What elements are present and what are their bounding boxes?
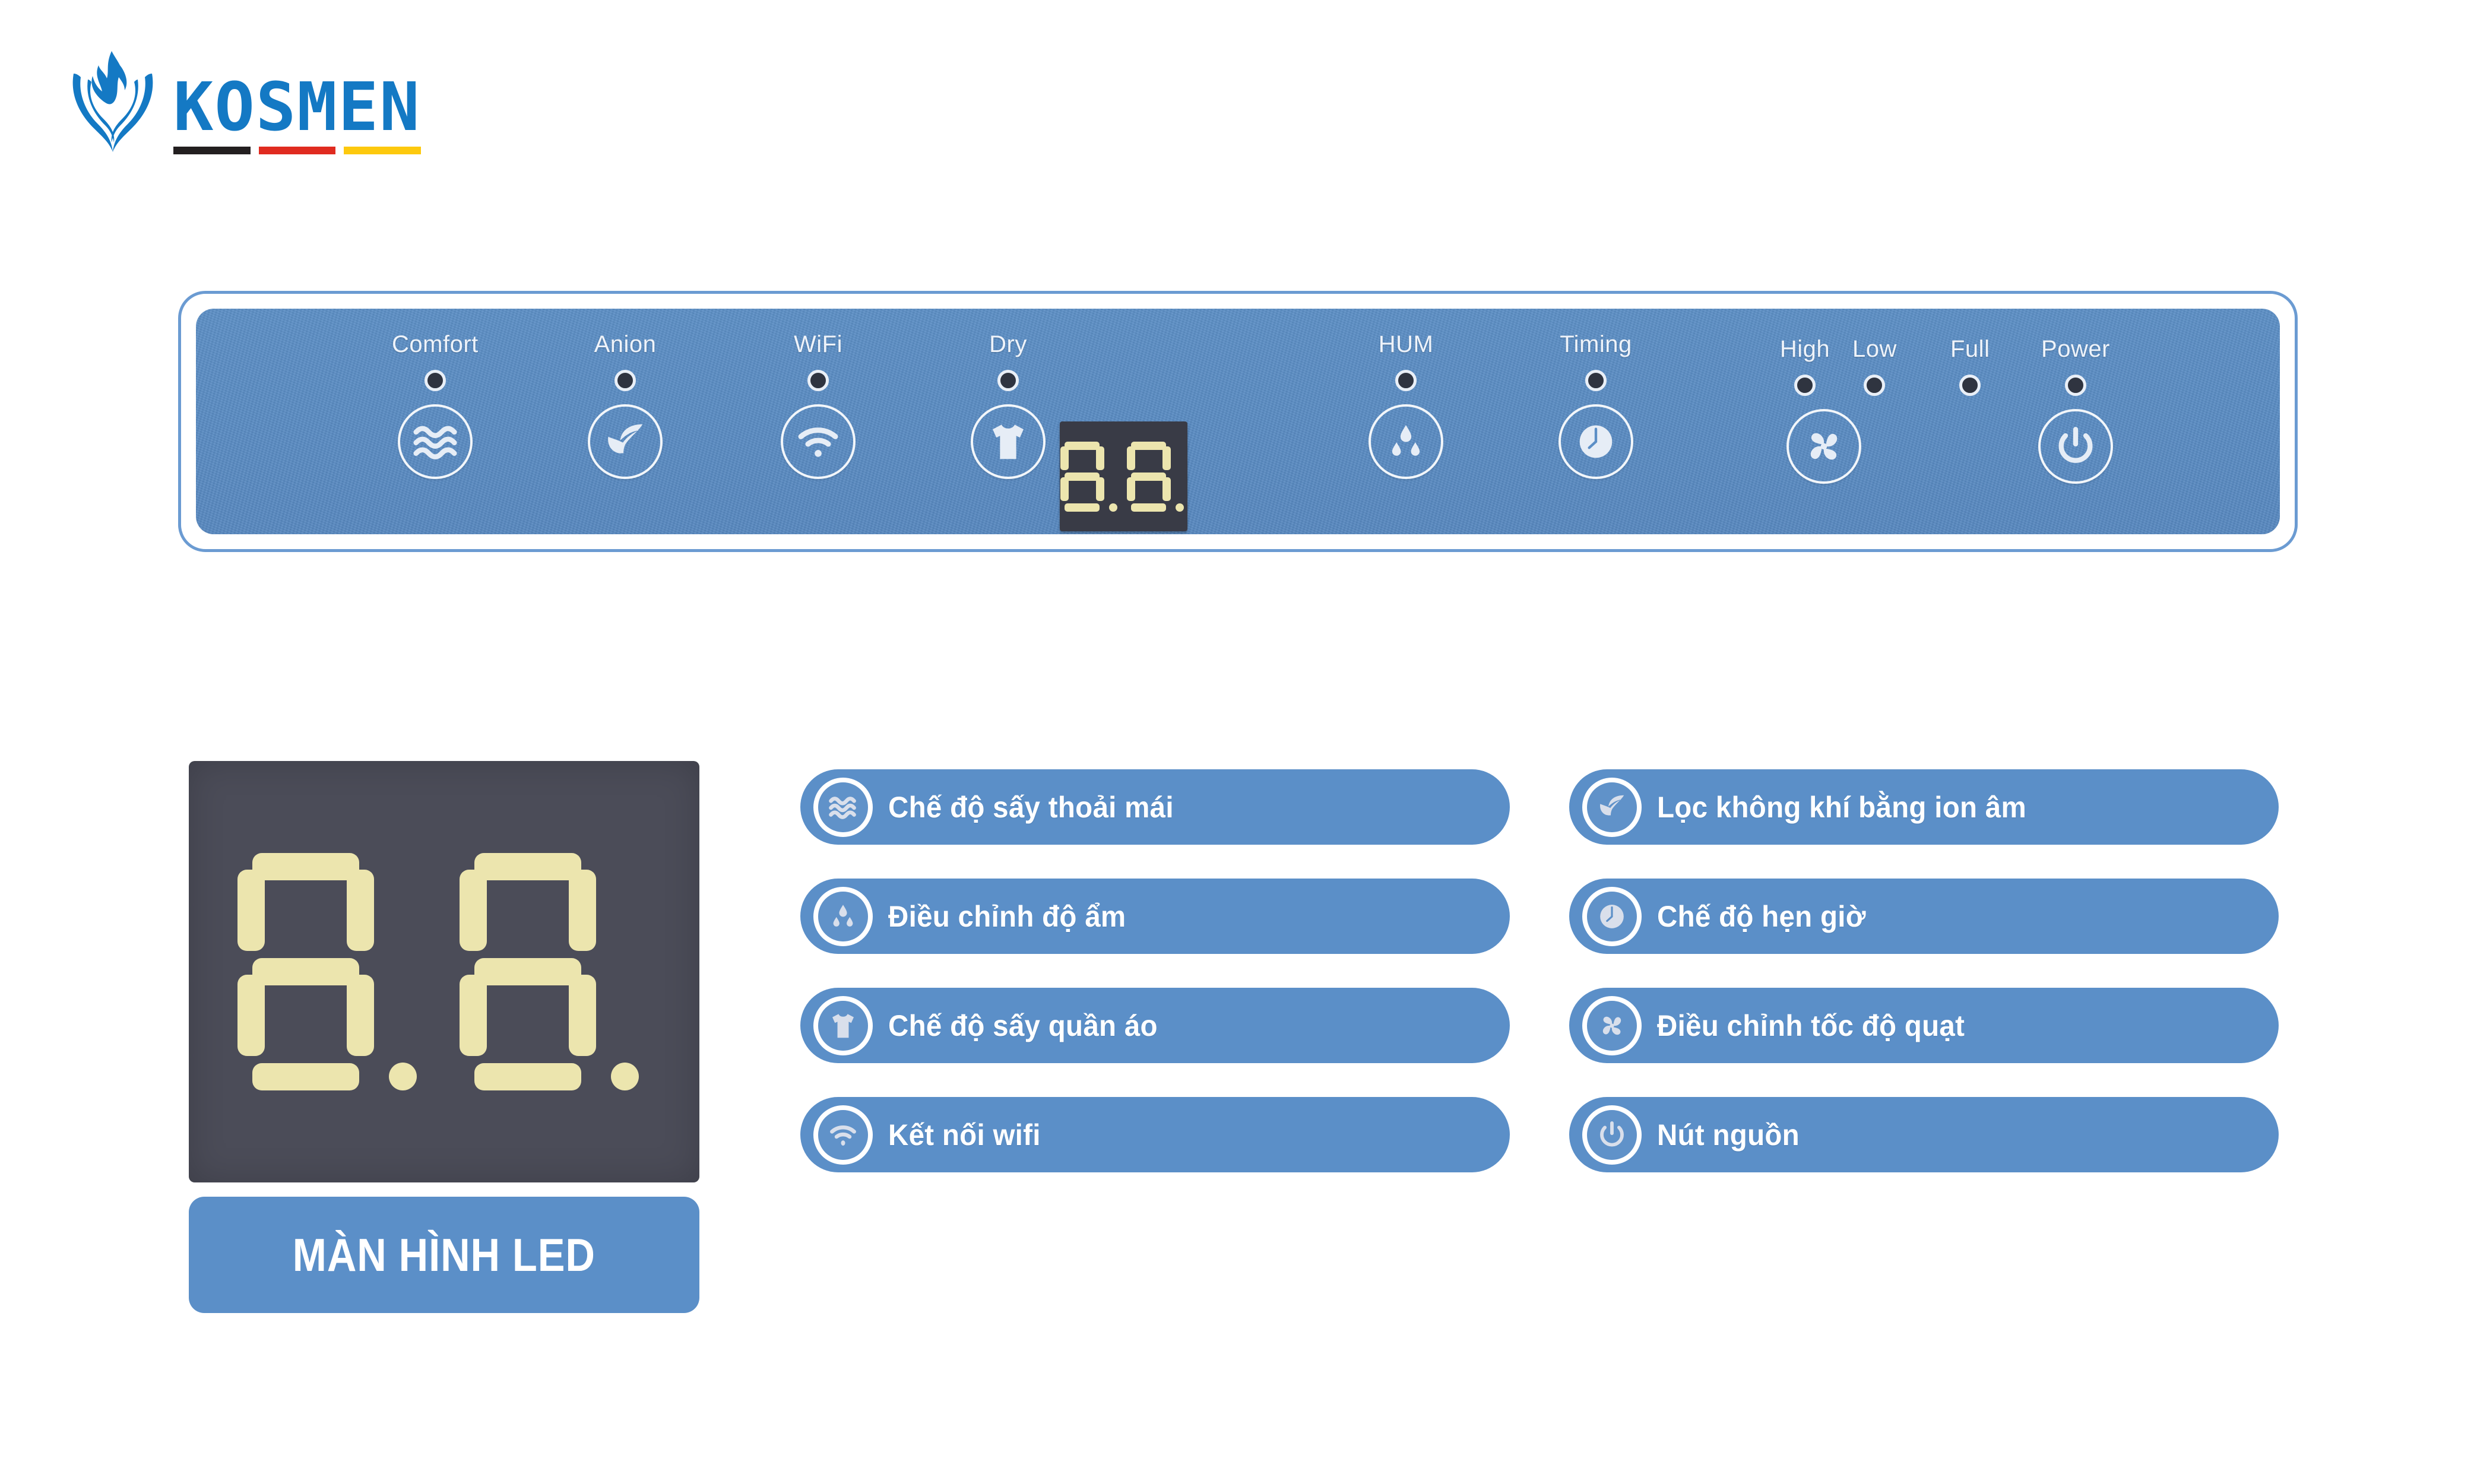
feature-label: Chế độ sấy thoải mái (888, 790, 1174, 824)
panel-key-low: Low (1852, 337, 1897, 396)
seven-segment-digit (460, 853, 639, 1090)
panel-label-timing: Timing (1560, 331, 1632, 357)
feature-label: Lọc không khí bằng ion âm (1657, 790, 2027, 824)
water-drops-icon[interactable] (1369, 404, 1443, 479)
panel-label-low: Low (1852, 336, 1897, 362)
panel-key-anion[interactable]: Anion (588, 332, 663, 479)
panel-key-power[interactable]: Power (2038, 337, 2113, 484)
feature-item-comfort-dry[interactable]: Chế độ sấy thoải mái (800, 769, 1510, 845)
panel-led-power (2065, 375, 2086, 396)
panel-label-power: Power (2041, 336, 2110, 362)
panel-led-wifi (807, 370, 829, 391)
panel-led-comfort (424, 370, 446, 391)
accent-bar-red (258, 147, 336, 154)
brand-accent-bars (173, 147, 421, 154)
feature-item-humidity[interactable]: Điều chỉnh độ ẩm (800, 879, 1510, 954)
waves-icon[interactable] (397, 404, 473, 479)
led-screen-caption-text: MÀN HÌNH LED (292, 1228, 596, 1281)
panel-led-dry (997, 370, 1019, 391)
waves-icon (813, 777, 873, 837)
clock-icon (1582, 886, 1642, 946)
feature-item-clothes-dry[interactable]: Chế độ sấy quần áo (800, 988, 1510, 1063)
power-icon (1582, 1105, 1642, 1165)
phoenix-flame-icon (65, 47, 160, 154)
panel-key-dry[interactable]: Dry (971, 332, 1046, 479)
seven-segment-digit (237, 853, 417, 1090)
control-panel: Comfort Anion WiFi Dry HUM Timing High L… (178, 291, 2298, 552)
fan-icon[interactable] (1786, 409, 1861, 484)
feature-label: Kết nối wifi (888, 1118, 1041, 1152)
feature-label: Nút nguồn (1657, 1118, 1800, 1152)
feature-label: Chế độ sấy quần áo (888, 1009, 1158, 1042)
feature-item-fan-speed[interactable]: Điều chỉnh tốc độ quạt (1569, 988, 2279, 1063)
panel-key-comfort[interactable]: Comfort (392, 332, 479, 479)
fan-icon (1582, 995, 1642, 1055)
tshirt-icon (813, 995, 873, 1055)
panel-led-display (1060, 421, 1187, 531)
seven-segment-digit (1126, 441, 1184, 512)
panel-led-full (1959, 375, 1981, 396)
panel-key-high[interactable]: High (1748, 337, 1861, 484)
leaf-icon (1582, 777, 1642, 837)
panel-label-high: High (1779, 336, 1830, 362)
accent-bar-black (173, 147, 251, 154)
wifi-icon (813, 1105, 873, 1165)
power-icon[interactable] (2038, 409, 2113, 484)
panel-led-low (1864, 375, 1886, 396)
panel-led-high (1794, 375, 1816, 396)
feature-label: Điều chỉnh độ ẩm (888, 899, 1126, 933)
water-drops-icon (813, 886, 873, 946)
panel-label-hum: HUM (1378, 331, 1434, 357)
feature-list: Chế độ sấy thoải mái Lọc không khí bằng … (800, 769, 2279, 1172)
panel-led-hum (1395, 370, 1417, 391)
led-screen-caption: MÀN HÌNH LED (189, 1197, 699, 1313)
leaf-icon[interactable] (588, 404, 663, 479)
panel-label-dry: Dry (989, 331, 1027, 357)
panel-led-timing (1585, 370, 1607, 391)
seven-segment-digit (1060, 441, 1117, 512)
clock-icon[interactable] (1558, 404, 1633, 479)
led-screen-photo (189, 761, 699, 1182)
brand-logo: KOSMEN (65, 47, 421, 154)
panel-led-anion (614, 370, 636, 391)
panel-key-full: Full (1950, 337, 1990, 396)
panel-key-timing[interactable]: Timing (1558, 332, 1633, 479)
feature-item-wifi[interactable]: Kết nối wifi (800, 1097, 1510, 1172)
feature-item-anion[interactable]: Lọc không khí bằng ion âm (1569, 769, 2279, 845)
panel-label-anion: Anion (594, 331, 657, 357)
feature-item-timer[interactable]: Chế độ hẹn giờ (1569, 879, 2279, 954)
feature-label: Điều chỉnh tốc độ quạt (1657, 1009, 1965, 1042)
feature-label: Chế độ hẹn giờ (1657, 899, 1866, 933)
panel-key-wifi[interactable]: WiFi (781, 332, 856, 479)
accent-bar-yellow (344, 147, 421, 154)
panel-key-hum[interactable]: HUM (1369, 332, 1443, 479)
panel-label-comfort: Comfort (392, 331, 479, 357)
panel-label-wifi: WiFi (794, 331, 842, 357)
wifi-icon[interactable] (781, 404, 856, 479)
tshirt-icon[interactable] (971, 404, 1046, 479)
panel-label-full: Full (1950, 336, 1990, 362)
control-panel-surface: Comfort Anion WiFi Dry HUM Timing High L… (196, 309, 2280, 534)
brand-wordmark: KOSMEN (173, 69, 421, 146)
feature-item-power[interactable]: Nút nguồn (1569, 1097, 2279, 1172)
